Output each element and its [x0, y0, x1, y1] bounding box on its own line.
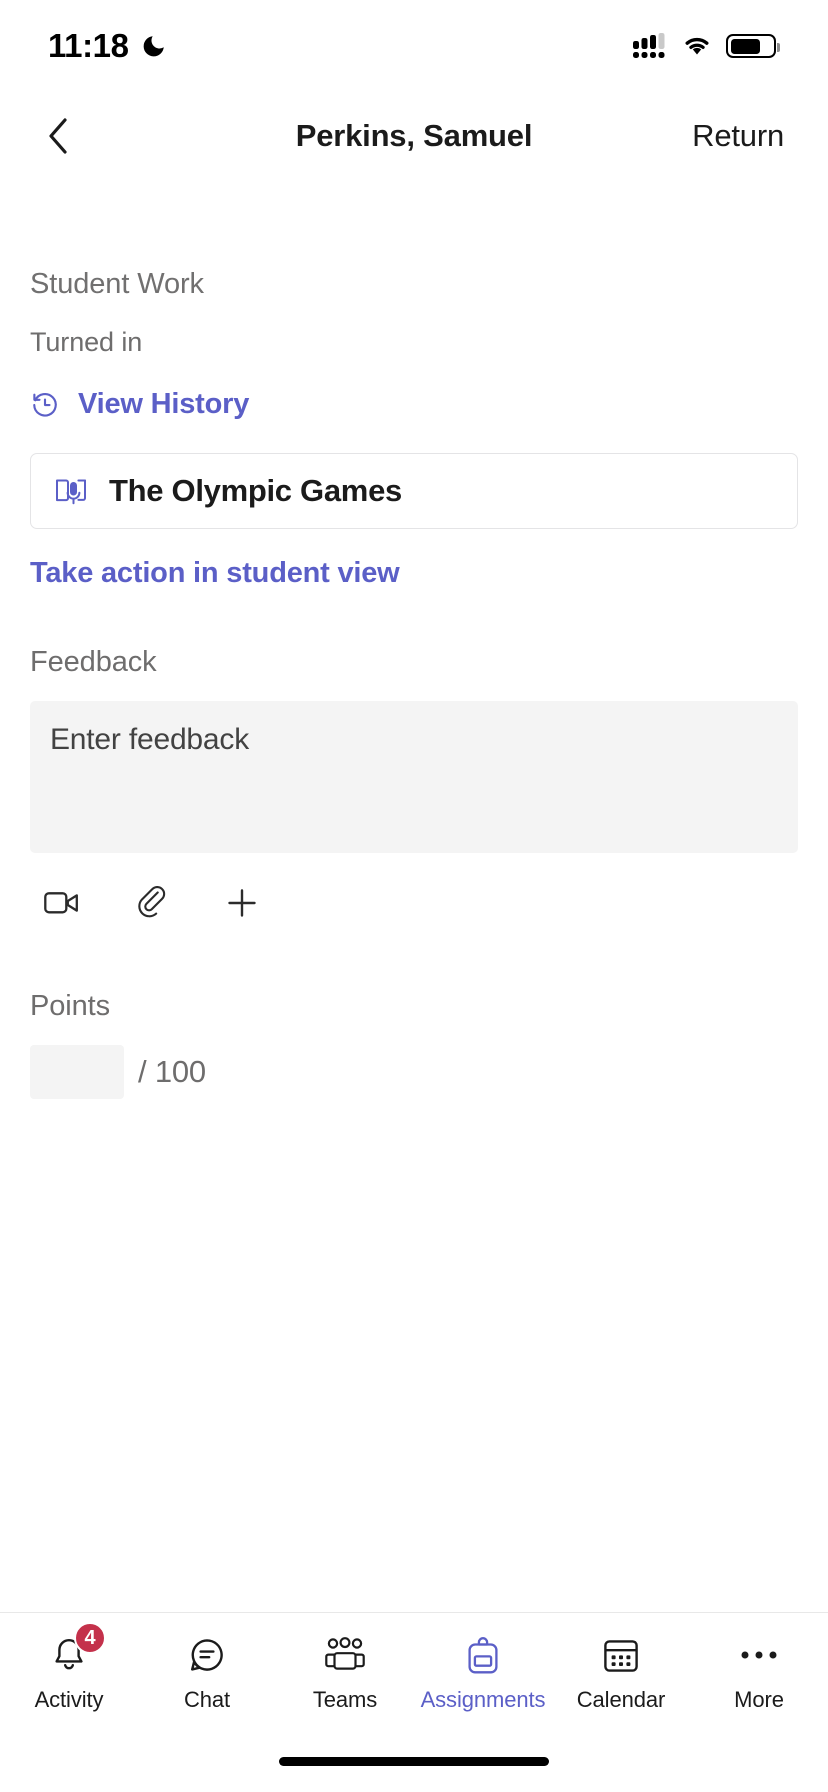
- cellular-signal-icon: [633, 33, 665, 58]
- tab-calendar[interactable]: Calendar: [552, 1613, 690, 1730]
- points-max-label: / 100: [138, 1054, 206, 1089]
- nav-header: Perkins, Samuel Return: [0, 92, 828, 180]
- calendar-icon: [604, 1640, 638, 1672]
- status-bar-left: 11:18: [48, 27, 167, 65]
- return-button[interactable]: Return: [688, 110, 788, 162]
- tab-more[interactable]: More: [690, 1613, 828, 1730]
- plus-icon: [228, 889, 256, 917]
- tab-more-label: More: [734, 1687, 784, 1712]
- battery-icon: [726, 34, 780, 58]
- tab-chat[interactable]: Chat: [138, 1613, 276, 1730]
- tab-assignments[interactable]: Assignments: [414, 1613, 552, 1730]
- submission-title: The Olympic Games: [109, 473, 402, 508]
- status-bar: 11:18: [0, 0, 828, 92]
- chevron-left-icon: [49, 118, 67, 154]
- feedback-input[interactable]: [30, 701, 798, 853]
- feedback-toolbar: [30, 874, 798, 932]
- ellipsis-icon: [741, 1651, 777, 1659]
- home-indicator-area: [0, 1730, 828, 1792]
- battery-fill: [730, 38, 761, 54]
- history-clock-icon: [33, 392, 57, 417]
- attach-file-button[interactable]: [122, 874, 182, 932]
- points-row: / 100: [30, 1045, 798, 1099]
- submission-card[interactable]: The Olympic Games: [30, 453, 798, 529]
- paperclip-icon: [138, 886, 166, 918]
- tab-activity[interactable]: 4 Activity: [0, 1613, 138, 1730]
- tab-teams-label: Teams: [312, 1687, 378, 1712]
- backpack-icon: [468, 1637, 498, 1674]
- submission-status: Turned in: [30, 327, 143, 357]
- tab-chat-label: Chat: [183, 1687, 231, 1712]
- home-indicator[interactable]: [279, 1756, 549, 1766]
- points-input[interactable]: [30, 1045, 124, 1099]
- tab-assignments-label: Assignments: [420, 1687, 546, 1712]
- reading-progress-book-mic-icon: [56, 479, 86, 505]
- activity-badge: 4: [74, 1622, 106, 1654]
- tab-activity-label: Activity: [34, 1687, 104, 1712]
- view-history-label: View History: [78, 388, 250, 420]
- crescent-moon-icon: [143, 36, 164, 57]
- points-heading: Points: [30, 990, 110, 1022]
- back-button[interactable]: [30, 108, 86, 164]
- tab-chat-icon-wrap: [184, 1634, 230, 1676]
- wifi-icon: [685, 37, 709, 55]
- tab-teams[interactable]: Teams: [276, 1613, 414, 1730]
- student-work-heading: Student Work: [30, 268, 204, 300]
- main-content: Student Work Turned in View History The …: [0, 180, 828, 1612]
- status-time: 11:18: [48, 27, 129, 64]
- view-history-link[interactable]: View History: [30, 388, 249, 421]
- tab-teams-icon-wrap: [322, 1634, 368, 1676]
- video-camera-icon: [44, 892, 78, 914]
- video-camera-button[interactable]: [32, 874, 92, 932]
- tab-calendar-icon-wrap: [598, 1634, 644, 1676]
- app-screen: 11:18 Perkins, Samuel Return Student Wor…: [0, 0, 828, 1792]
- tab-more-icon-wrap: [736, 1634, 782, 1676]
- teams-people-icon: [325, 1637, 365, 1670]
- bottom-tab-bar: 4 Activity Chat Teams Assignments Calend…: [0, 1612, 828, 1730]
- tab-assignments-icon-wrap: [460, 1634, 506, 1676]
- status-bar-right: [632, 33, 780, 59]
- tab-activity-icon-wrap: 4: [46, 1622, 106, 1676]
- tab-calendar-label: Calendar: [576, 1687, 666, 1712]
- feedback-heading: Feedback: [30, 646, 157, 678]
- chat-bubble-icon: [191, 1639, 223, 1671]
- take-action-student-view-link[interactable]: Take action in student view: [30, 557, 400, 590]
- add-more-button[interactable]: [212, 874, 272, 932]
